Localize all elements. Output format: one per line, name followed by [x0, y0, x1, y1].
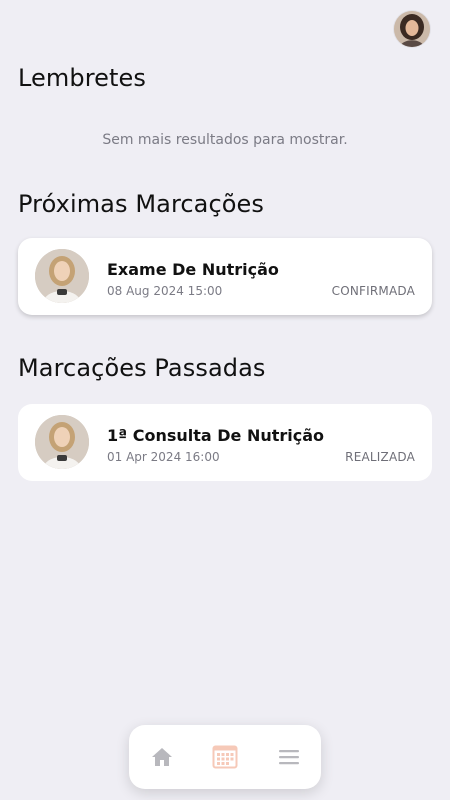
reminders-empty-message: Sem mais resultados para mostrar. [102, 132, 348, 148]
appointment-datetime: 08 Aug 2024 15:00 [107, 284, 223, 298]
doctor-photo [35, 415, 89, 469]
nav-menu-button[interactable] [276, 744, 302, 770]
bottom-navigation [129, 725, 321, 789]
doctor-photo [35, 249, 89, 303]
reminders-title: Lembretes [18, 64, 147, 92]
appointment-title: 1ª Consulta De Nutrição [107, 426, 325, 445]
nav-home-button[interactable] [149, 744, 175, 770]
nav-calendar-button[interactable] [212, 744, 238, 770]
menu-icon [279, 750, 299, 765]
user-avatar-photo [394, 11, 430, 47]
past-title: Marcações Passadas [18, 354, 266, 382]
home-icon [152, 748, 172, 766]
appointment-datetime: 01 Apr 2024 16:00 [107, 450, 220, 464]
upcoming-title: Próximas Marcações [18, 190, 265, 218]
appointment-card[interactable]: 1ª Consulta De Nutrição 01 Apr 2024 16:0… [18, 404, 432, 481]
appointment-card[interactable]: Exame De Nutrição 08 Aug 2024 15:00 CONF… [18, 238, 432, 315]
appointment-status: REALIZADA [345, 450, 415, 464]
appointment-status: CONFIRMADA [331, 284, 415, 298]
user-avatar[interactable] [394, 11, 430, 47]
appointment-title: Exame De Nutrição [107, 260, 279, 279]
calendar-icon [212, 745, 238, 769]
